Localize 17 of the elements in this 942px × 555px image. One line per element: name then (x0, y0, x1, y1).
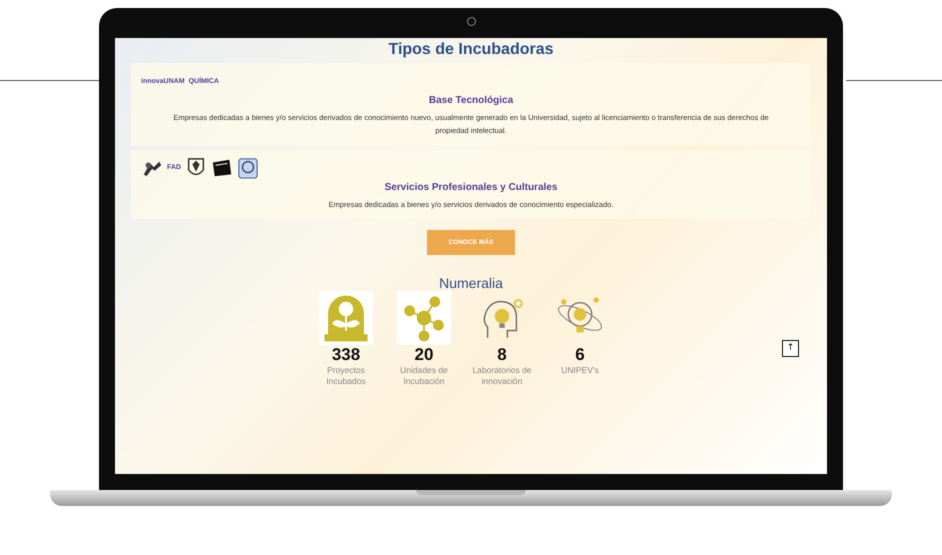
stat-value: 20 (414, 345, 434, 366)
stat-label: Proyectos Incubados (325, 365, 367, 388)
seal-icon (237, 156, 259, 178)
card-heading: Servicios Profesionales y Culturales (384, 182, 558, 192)
stat-label: UNIPEV's (561, 365, 599, 376)
stat-value: 8 (497, 345, 507, 366)
camera-icon (467, 17, 476, 26)
stat-value: 6 (575, 345, 585, 366)
stat-value: 338 (332, 345, 360, 366)
stats-title: Numeralia (439, 275, 503, 292)
section-title: Tipos de Incubadoras (388, 41, 554, 59)
back-to-top-button[interactable]: ↑ (782, 340, 799, 358)
card-heading: Base Tecnológica (428, 95, 514, 106)
plant-coin-icon (319, 291, 373, 346)
stat-label: Laboratorios de innovación (471, 365, 533, 388)
people-network-icon (397, 291, 451, 346)
stat-label: Unidades de Incubación (399, 365, 449, 388)
